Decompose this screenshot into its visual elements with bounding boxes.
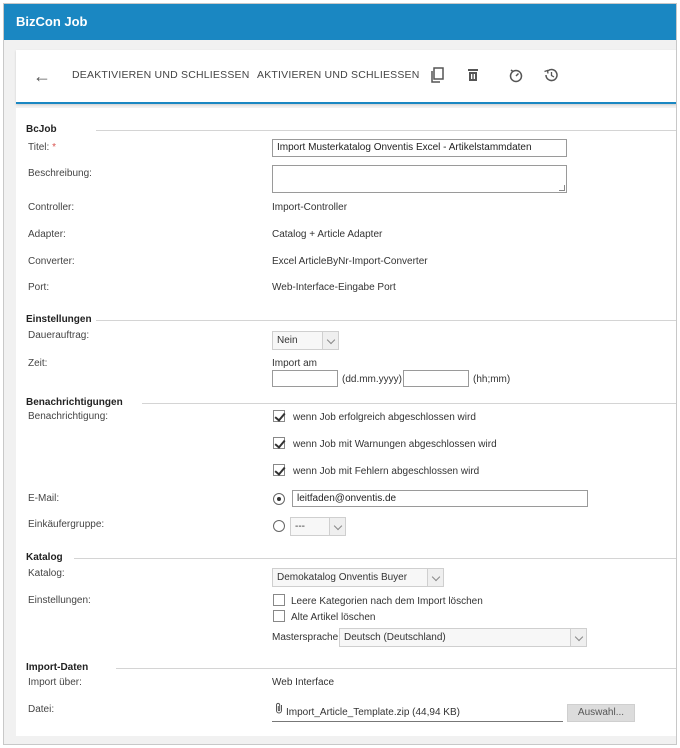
email-radio[interactable] bbox=[273, 493, 285, 505]
katalog-value: Demokatalog Onventis Buyer bbox=[277, 572, 408, 583]
resize-handle-icon[interactable] bbox=[559, 185, 565, 191]
required-marker: * bbox=[52, 142, 56, 153]
time-format-hint: (hh;mm) bbox=[473, 374, 511, 385]
mastersprache-select[interactable]: Deutsch (Deutschland) bbox=[339, 628, 587, 647]
mastersprache-label: Mastersprache bbox=[272, 632, 339, 643]
einkaeufergruppe-value: --- bbox=[295, 521, 305, 532]
description-label: Beschreibung: bbox=[28, 168, 92, 179]
einkaeufergruppe-radio[interactable] bbox=[273, 520, 285, 532]
email-input[interactable]: leitfaden@onventis.de bbox=[292, 490, 588, 507]
delete-empty-categories-label: Leere Kategorien nach dem Import löschen bbox=[291, 596, 483, 607]
katalog-select[interactable]: Demokatalog Onventis Buyer bbox=[272, 568, 444, 587]
job-form: BcJob Titel: * Import Musterkatalog Onve… bbox=[16, 108, 676, 736]
import-am-label: Import am bbox=[272, 358, 318, 369]
section-einstellungen: Einstellungen bbox=[26, 314, 92, 325]
import-ueber-label: Import über: bbox=[28, 677, 82, 688]
history-icon[interactable] bbox=[542, 66, 560, 84]
activate-and-close-button[interactable]: AKTIVIEREN UND SCHLIESSEN bbox=[257, 50, 420, 100]
notify-errors-label: wenn Job mit Fehlern abgeschlossen wird bbox=[293, 466, 480, 477]
converter-value: Excel ArticleByNr-Import-Converter bbox=[272, 256, 428, 267]
dauerauftrag-label: Dauerauftrag: bbox=[28, 330, 90, 341]
title-label: Titel: * bbox=[28, 142, 56, 153]
controller-label: Controller: bbox=[28, 202, 75, 213]
import-ueber-value: Web Interface bbox=[272, 677, 335, 688]
einkaeufergruppe-label: Einkäufergruppe: bbox=[28, 519, 105, 530]
chevron-down-icon bbox=[329, 518, 345, 535]
section-import-daten: Import-Daten bbox=[26, 662, 89, 673]
timer-icon[interactable] bbox=[507, 66, 525, 84]
section-bcjob: BcJob bbox=[26, 124, 57, 135]
email-label: E-Mail: bbox=[28, 493, 60, 504]
notify-success-checkbox[interactable] bbox=[273, 410, 285, 422]
import-time-input[interactable] bbox=[403, 370, 469, 387]
section-benachrichtigungen: Benachrichtigungen bbox=[26, 397, 123, 408]
import-date-input[interactable] bbox=[272, 370, 338, 387]
file-field-underline bbox=[272, 721, 563, 722]
deactivate-and-close-button[interactable]: DEAKTIVIEREN UND SCHLIESSEN bbox=[72, 50, 250, 100]
section-katalog: Katalog bbox=[26, 552, 63, 563]
benachrichtigung-label: Benachrichtigung: bbox=[28, 411, 109, 422]
notify-success-label: wenn Job erfolgreich abgeschlossen wird bbox=[293, 412, 476, 423]
chevron-down-icon bbox=[322, 332, 338, 349]
title-input[interactable]: Import Musterkatalog Onventis Excel - Ar… bbox=[272, 139, 567, 157]
notify-errors-checkbox[interactable] bbox=[273, 464, 285, 476]
browse-button[interactable]: Auswahl... bbox=[567, 704, 635, 722]
zeit-label: Zeit: bbox=[28, 358, 48, 369]
delete-empty-categories-checkbox[interactable] bbox=[273, 594, 285, 606]
paperclip-icon bbox=[276, 702, 282, 714]
back-arrow-icon[interactable]: ← bbox=[30, 64, 54, 88]
section-divider bbox=[96, 320, 676, 321]
notify-warnings-label: wenn Job mit Warnungen abgeschlossen wir… bbox=[293, 439, 497, 450]
job-window: BizCon Job ← DEAKTIVIEREN UND SCHLIESSEN… bbox=[3, 3, 677, 745]
mastersprache-value: Deutsch (Deutschland) bbox=[344, 632, 446, 643]
dauerauftrag-value: Nein bbox=[277, 335, 298, 346]
window-title: BizCon Job bbox=[4, 4, 676, 40]
section-divider bbox=[74, 558, 676, 559]
delete-old-articles-label: Alte Artikel löschen bbox=[291, 612, 376, 623]
file-name: Import_Article_Template.zip (44,94 KB) bbox=[286, 707, 460, 718]
copy-icon[interactable] bbox=[429, 66, 447, 84]
section-divider bbox=[116, 668, 676, 669]
description-textarea[interactable] bbox=[272, 165, 567, 193]
einkaeufergruppe-select[interactable]: --- bbox=[290, 517, 346, 536]
section-divider bbox=[96, 130, 676, 131]
dauerauftrag-select[interactable]: Nein bbox=[272, 331, 339, 350]
toolbar: ← DEAKTIVIEREN UND SCHLIESSEN AKTIVIEREN… bbox=[16, 50, 676, 104]
delete-icon[interactable] bbox=[464, 66, 482, 84]
controller-value: Import-Controller bbox=[272, 202, 348, 213]
adapter-value: Catalog + Article Adapter bbox=[272, 229, 383, 240]
date-format-hint: (dd.mm.yyyy) bbox=[342, 374, 402, 385]
delete-old-articles-checkbox[interactable] bbox=[273, 610, 285, 622]
chevron-down-icon bbox=[427, 569, 443, 586]
converter-label: Converter: bbox=[28, 256, 75, 267]
adapter-label: Adapter: bbox=[28, 229, 66, 240]
katalog-settings-label: Einstellungen: bbox=[28, 595, 91, 606]
port-value: Web-Interface-Eingabe Port bbox=[272, 282, 396, 293]
notify-warnings-checkbox[interactable] bbox=[273, 437, 285, 449]
chevron-down-icon bbox=[570, 629, 586, 646]
datei-label: Datei: bbox=[28, 704, 55, 715]
katalog-label: Katalog: bbox=[28, 568, 65, 579]
section-divider bbox=[142, 403, 676, 404]
port-label: Port: bbox=[28, 282, 50, 293]
